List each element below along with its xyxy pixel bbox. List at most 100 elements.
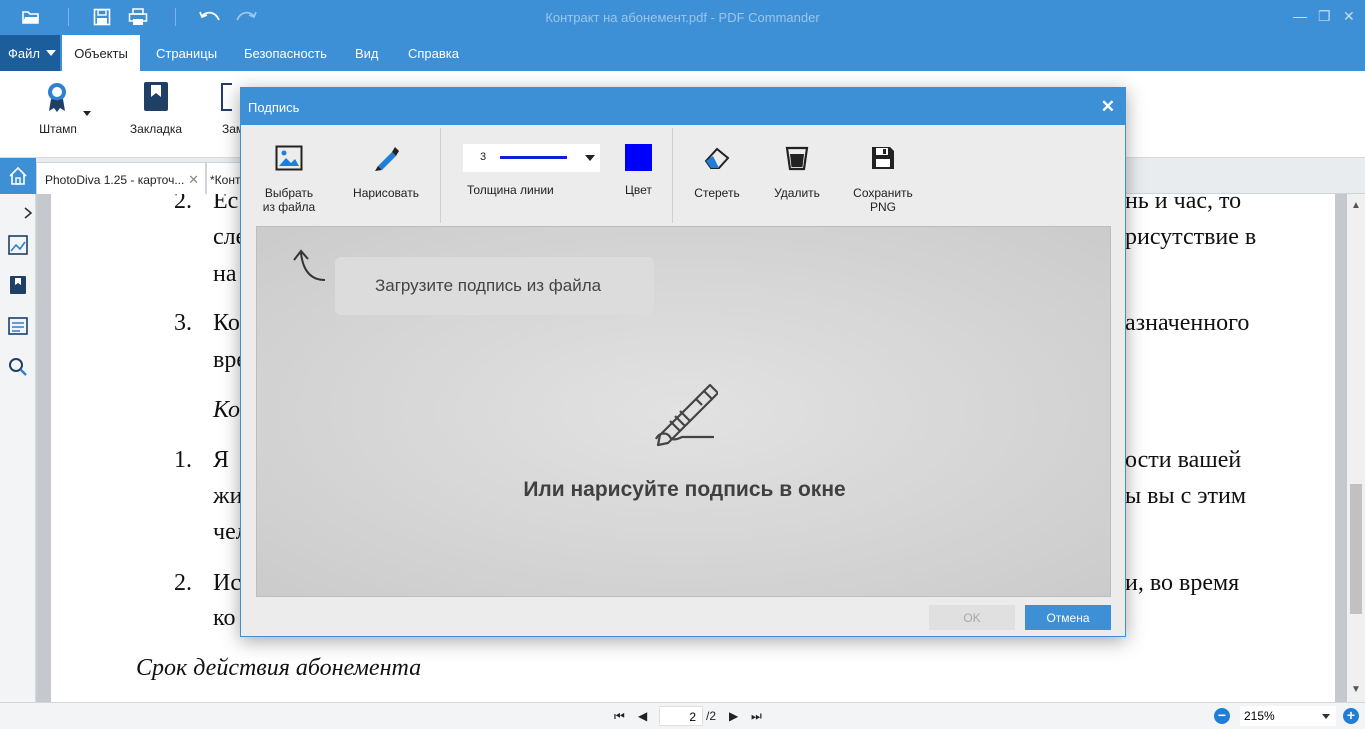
upload-hint: Загрузите подпись из файла [335, 257, 654, 315]
bookmark-label: Закладка [129, 122, 183, 136]
zoom-out-icon[interactable]: − [1214, 708, 1230, 724]
minimize-icon[interactable]: — [1293, 8, 1307, 24]
scroll-up-icon[interactable]: ▲ [1347, 200, 1365, 211]
note-label: Зам [222, 122, 245, 136]
home-icon [9, 166, 27, 185]
draw-button[interactable]: Нарисовать [349, 140, 423, 200]
draw-hint: Или нарисуйте подпись в окне [523, 478, 846, 501]
doc-tab-label: PhotoDiva 1.25 - карточ... [45, 173, 185, 187]
dialog-title: Подпись [248, 100, 300, 115]
color-label: Цвет [625, 183, 652, 197]
close-window-icon[interactable]: ✕ [1343, 8, 1355, 25]
menu-file[interactable]: Файл [0, 35, 60, 71]
zoom-value: 215% [1244, 709, 1275, 723]
signature-dialog: Подпись ✕ Выбрать из файла Нарисовать 3 … [240, 87, 1126, 637]
page-text: Я [213, 447, 230, 473]
tab-objects[interactable]: Объекты [62, 35, 140, 71]
choose-file-label-2: из файла [262, 200, 316, 214]
page-text: Ко [213, 310, 240, 336]
erase-label: Стереть [694, 186, 740, 200]
page-text: нь и час, то [1125, 194, 1242, 214]
menu-bar: Файл Объекты Страницы Безопасность Вид С… [0, 35, 1365, 71]
thickness-value: 3 [480, 151, 487, 163]
toolbar-separator [672, 128, 673, 223]
trash-icon [769, 140, 825, 176]
save-png-label-1: Сохранить [853, 186, 913, 200]
choose-file-button[interactable]: Выбрать из файла [259, 140, 319, 214]
chevron-down-icon [585, 155, 595, 161]
chevron-down-icon[interactable] [83, 111, 91, 116]
cancel-button[interactable]: Отмена [1025, 605, 1111, 630]
page-number-input[interactable]: 2 [659, 706, 703, 726]
page-text: ы вы с этим [1125, 483, 1247, 509]
bookmark-icon [144, 82, 168, 111]
last-page-icon[interactable]: ⏭ [751, 709, 762, 724]
prev-page-icon[interactable]: ◀ [638, 709, 647, 723]
page-text: Ес [213, 194, 239, 214]
delete-button[interactable]: Удалить [769, 140, 825, 200]
list-number: 2. [174, 570, 192, 596]
pen-icon [349, 140, 423, 176]
erase-button[interactable]: Стереть [689, 140, 745, 200]
stamp-button[interactable]: Штамп [23, 81, 93, 136]
page-text: на [213, 261, 237, 287]
annotations-icon[interactable] [7, 315, 29, 337]
curved-arrow-icon [293, 249, 326, 281]
doc-tab-photodiva[interactable]: PhotoDiva 1.25 - карточ... ✕ [36, 162, 206, 194]
page-total: /2 [706, 709, 717, 723]
bookmark-button[interactable]: Закладка [121, 81, 191, 136]
side-panel [0, 194, 36, 704]
search-icon[interactable] [7, 356, 29, 378]
vertical-scrollbar[interactable]: ▲ ▼ [1347, 194, 1365, 702]
save-png-label-2: PNG [869, 200, 896, 214]
stamp-label: Штамп [39, 122, 77, 136]
bookmarks-icon[interactable] [7, 274, 29, 296]
stamp-icon [48, 83, 66, 112]
choose-file-label-1: Выбрать [264, 186, 314, 200]
scroll-down-icon[interactable]: ▼ [1347, 684, 1365, 695]
tab-view[interactable]: Вид [355, 35, 379, 71]
page-text: Ис [213, 570, 241, 596]
dialog-title-bar: Подпись ✕ [241, 88, 1125, 125]
first-page-icon[interactable]: ⏮ [614, 709, 625, 724]
tab-security[interactable]: Безопасность [244, 35, 327, 71]
close-tab-icon[interactable]: ✕ [188, 172, 199, 188]
color-swatch[interactable] [625, 144, 652, 171]
close-icon[interactable]: ✕ [1101, 97, 1115, 117]
scroll-thumb[interactable] [1350, 484, 1362, 614]
chevron-down-icon [45, 50, 56, 56]
page-text: ко [213, 605, 236, 631]
tab-pages[interactable]: Страницы [156, 35, 217, 71]
line-thickness-select[interactable]: 3 [463, 144, 600, 172]
signature-canvas[interactable]: Загрузите подпись из файла Или нарисуйте… [256, 226, 1111, 597]
thickness-label: Толщина линии [467, 183, 554, 197]
toolbar-separator [440, 128, 441, 223]
pen-signature-icon [655, 383, 718, 447]
zoom-in-icon[interactable]: + [1343, 708, 1359, 724]
section-heading: Срок действия абонемента [136, 655, 422, 681]
ok-button[interactable]: OK [929, 605, 1015, 630]
status-bar: ⏮ ◀ 2 /2 ▶ ⏭ − 215% + [0, 702, 1365, 729]
chevron-right-icon[interactable] [17, 202, 39, 224]
delete-label: Удалить [774, 186, 820, 200]
list-number: 2. [174, 194, 192, 214]
floppy-icon [849, 140, 917, 176]
menu-file-label: Файл [8, 45, 40, 61]
image-icon [259, 140, 319, 176]
zoom-select[interactable]: 215% [1240, 706, 1336, 726]
page-text: жи [213, 483, 243, 509]
page-text: ости вашей [1125, 447, 1242, 473]
doc-tab-label: *Конт [210, 173, 241, 187]
page-text: рисутствие в [1125, 224, 1257, 250]
window-title: Контракт на абонемент.pdf - PDF Commande… [545, 10, 820, 25]
save-png-button[interactable]: Сохранить PNG [849, 140, 917, 214]
home-button[interactable] [0, 158, 36, 194]
thickness-preview [500, 156, 567, 159]
draw-label: Нарисовать [353, 186, 419, 200]
note-button[interactable]: Зам [212, 81, 245, 136]
thumbnails-icon[interactable] [7, 234, 29, 256]
title-bar: Контракт на абонемент.pdf - PDF Commande… [0, 0, 1365, 35]
restore-icon[interactable]: ❐ [1318, 8, 1331, 25]
next-page-icon[interactable]: ▶ [729, 709, 738, 723]
tab-help[interactable]: Справка [408, 35, 459, 71]
